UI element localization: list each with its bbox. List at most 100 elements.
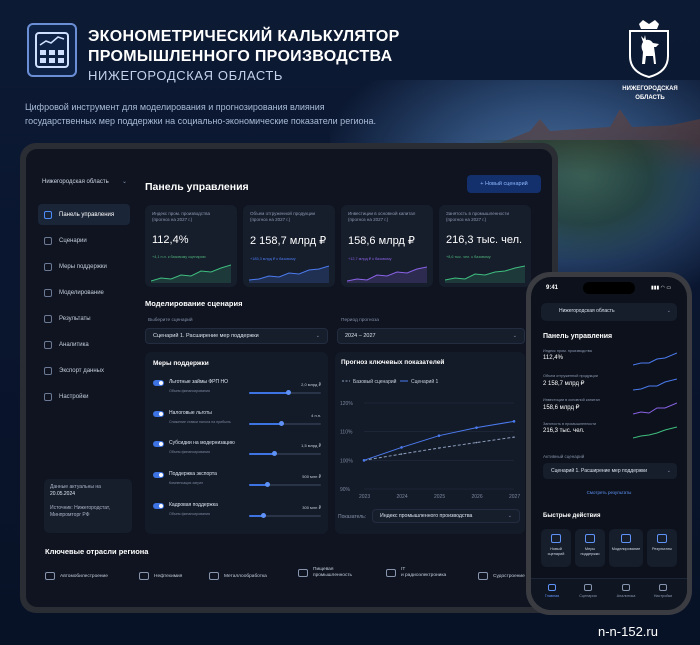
sidebar-item-label: Меры поддержки <box>59 263 107 270</box>
slider-knob[interactable] <box>286 390 292 395</box>
sidebar-item-support-measures[interactable]: Меры поддержки <box>38 256 130 277</box>
sector-label: Автомобилестроение <box>60 573 108 579</box>
tab-label: Аналитика <box>616 594 636 598</box>
phone-kpi[interactable]: Объем отгруженной продукции 2 158,7 млрд … <box>543 374 677 396</box>
quick-results[interactable]: Результаты <box>647 529 677 567</box>
phone-region-select[interactable]: Нижегородская область ⌄ <box>541 303 677 321</box>
results-link[interactable]: Смотреть результаты <box>531 490 687 495</box>
measure-toggle[interactable] <box>153 472 164 478</box>
phone-kpi[interactable]: Занятость в промышленности 216,3 тыс. чел… <box>543 422 677 444</box>
tab-scenarios[interactable]: Сценарии <box>573 584 603 598</box>
phone-kpi-sparkline <box>633 378 677 391</box>
series-line <box>363 420 515 461</box>
slider-knob[interactable] <box>264 482 270 487</box>
sectors-title: Ключевые отрасли региона <box>45 547 149 556</box>
kpi-card-production-index[interactable]: Индекс пром. производства (прогноз на 20… <box>145 205 237 287</box>
sector-it[interactable]: IT и радиоэлектроника <box>386 567 446 579</box>
sidebar-item-modeling[interactable]: Моделирование <box>38 282 130 303</box>
measure-row: Субсидии на модернизацию Объем финансиро… <box>153 440 327 464</box>
sector-metalworking[interactable]: Металлообработка <box>209 572 267 580</box>
data-info-box: Данные актуальны на 20.05.2024 Источник:… <box>44 479 132 533</box>
description-line-2: государственных мер поддержки на социаль… <box>25 116 376 126</box>
chart-icon <box>657 534 667 543</box>
measure-slider[interactable] <box>249 451 321 456</box>
quick-new-scenario[interactable]: Новый сценарий <box>541 529 571 567</box>
sector-label: IT и радиоэлектроника <box>401 567 446 579</box>
indicator-label: Показатель: <box>338 514 367 520</box>
slider-fill <box>249 423 282 425</box>
sidebar-item-label: Результаты <box>59 315 91 322</box>
food-icon <box>298 569 308 577</box>
sidebar-item-analytics[interactable]: Аналитика <box>38 334 130 355</box>
measure-slider[interactable] <box>249 421 321 426</box>
kpi-card-shipped-products[interactable]: Объем отгруженной продукции (прогноз на … <box>243 205 335 287</box>
sector-food[interactable]: Пищевая промышленность <box>298 567 352 579</box>
kpi-card-employment[interactable]: Занятость в промышленности (прогноз на 2… <box>439 205 531 287</box>
measure-toggle[interactable] <box>153 411 164 417</box>
indicator-select[interactable]: Индекс промышленного производства ⌄ <box>372 509 520 523</box>
period-label: Период прогноза <box>341 318 379 323</box>
page-description: Цифровой инструмент для моделирования и … <box>25 100 376 128</box>
measure-toggle[interactable] <box>153 503 164 509</box>
sidebar-item-scenarios[interactable]: Сценарии <box>38 230 130 251</box>
period-select[interactable]: 2024 – 2027 ⌄ <box>337 328 525 344</box>
quick-label: поддержки <box>580 551 600 556</box>
sector-shipbuilding[interactable]: Судостроение <box>478 572 525 580</box>
kpi-delta: +12,7 млрд ₽ к базовому <box>348 257 392 261</box>
car-icon <box>45 572 55 580</box>
sidebar-item-label: Панель управления <box>59 211 115 218</box>
legend-label: Сценарий 1 <box>411 378 438 385</box>
chevron-down-icon: ⌄ <box>315 333 320 339</box>
tab-settings[interactable]: Настройки <box>648 584 678 598</box>
slider-knob[interactable] <box>260 513 266 518</box>
measure-toggle[interactable] <box>153 441 164 447</box>
data-point <box>475 441 478 444</box>
gear-icon <box>44 392 52 401</box>
chevron-down-icon: ⌄ <box>122 179 128 185</box>
sector-petrochemistry[interactable]: Нефтехимия <box>139 572 182 580</box>
ship-icon <box>478 572 488 580</box>
measure-slider[interactable] <box>249 513 321 518</box>
watermark: n-n-152.ru <box>598 624 658 639</box>
phone-kpi[interactable]: Инвестиции в основной капитал 158,6 млрд … <box>543 398 677 420</box>
active-scenario-select[interactable]: Сценарий 1. Расширение мер поддержки ⌄ <box>543 463 677 479</box>
sidebar-item-results[interactable]: Результаты <box>38 308 130 329</box>
forecast-title: Прогноз ключевых показателей <box>341 359 445 366</box>
scenario-select[interactable]: Сценарий 1. Расширение мер поддержки ⌄ <box>145 328 328 344</box>
slider-fill <box>249 392 289 394</box>
phone-kpi-sparkline <box>633 402 677 415</box>
sector-automotive[interactable]: Автомобилестроение <box>45 572 108 580</box>
x-tick-label: 2026 <box>472 494 483 500</box>
phone-kpi[interactable]: Индекс пром. производства 112,4% <box>543 349 677 371</box>
chevron-down-icon: ⌄ <box>507 513 512 519</box>
measure-slider[interactable] <box>249 482 321 487</box>
tab-analytics[interactable]: Аналитика <box>611 584 641 598</box>
sidebar-nav: Панель управления Сценарии Меры поддержк… <box>38 204 130 412</box>
new-scenario-button[interactable]: + Новый сценарий <box>467 175 541 193</box>
sidebar-item-export[interactable]: Экспорт данных <box>38 360 130 381</box>
info-line: Данные актуальны на <box>50 484 101 490</box>
measure-row: Поддержка экспорта Компенсация затрат 50… <box>153 471 327 495</box>
sidebar-item-label: Моделирование <box>59 289 104 296</box>
page-subtitle: НИЖЕГОРОДСКАЯ ОБЛАСТЬ <box>88 68 284 83</box>
slider-knob[interactable] <box>271 451 277 456</box>
data-point <box>475 426 478 429</box>
kpi-card-investments[interactable]: Инвестиции в основной капитал (прогноз н… <box>341 205 433 287</box>
period-value: 2024 – 2027 <box>345 333 376 339</box>
sidebar-item-label: Сценарии <box>59 237 87 244</box>
measure-value: 500 млн ₽ <box>302 474 321 479</box>
emblem-caption: НИЖЕГОРОДСКАЯ ОБЛАСТЬ <box>600 85 700 103</box>
tab-home[interactable]: Главная <box>537 584 567 598</box>
scenario-value: Сценарий 1. Расширение мер поддержки <box>153 333 259 339</box>
quick-modeling[interactable]: Моделирование <box>609 529 643 567</box>
quick-support-measures[interactable]: Меры поддержки <box>575 529 605 567</box>
sector-label-line: и радиоэлектроника <box>401 573 447 578</box>
sidebar-item-label: Аналитика <box>59 341 89 348</box>
measure-slider[interactable] <box>249 390 321 395</box>
slider-knob[interactable] <box>278 421 284 426</box>
sidebar-item-settings[interactable]: Настройки <box>38 386 130 407</box>
region-select[interactable]: Нижегородская область <box>42 179 109 185</box>
tab-label: Сценарии <box>579 594 597 598</box>
measure-toggle[interactable] <box>153 380 164 386</box>
sidebar-item-dashboard[interactable]: Панель управления <box>38 204 130 225</box>
